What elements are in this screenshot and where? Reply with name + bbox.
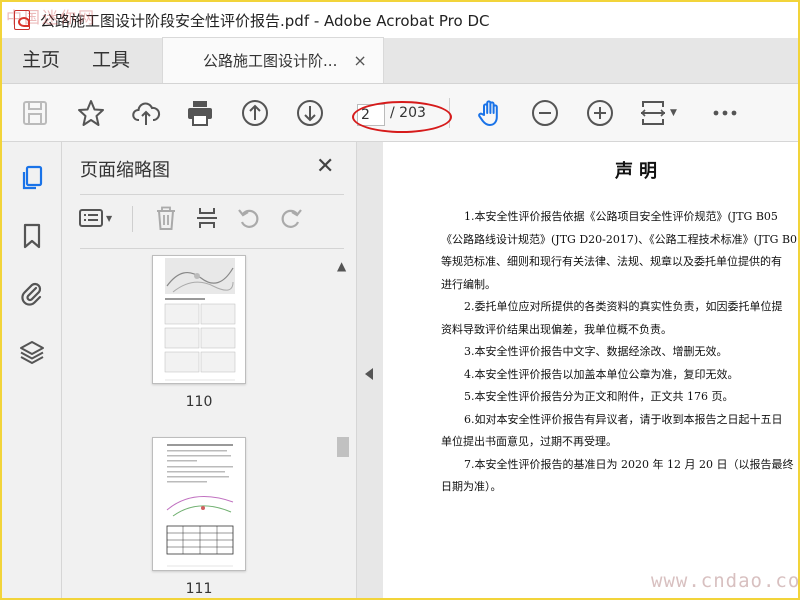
site-watermark: www.cndao.com: [651, 570, 798, 592]
page-thumbnails-icon: [22, 165, 43, 190]
document-paragraph: 1.本安全性评价报告依据《公路项目安全性评价规范》(JTG B05: [464, 210, 778, 223]
save-button[interactable]: [18, 96, 52, 130]
total-pages-label: / 203: [390, 105, 426, 121]
page-thumbnails-button[interactable]: [16, 162, 48, 194]
document-paragraph: 日期为准）。: [441, 480, 502, 493]
tab-tools[interactable]: 工具: [76, 37, 146, 83]
current-page-input[interactable]: 2: [357, 104, 385, 126]
document-paragraph: 单位提出书面意见，过期不再受理。: [441, 435, 617, 448]
fit-page-icon: [640, 101, 666, 125]
document-heading: 声明: [615, 161, 663, 182]
toolbar-divider: [449, 98, 450, 128]
next-page-button[interactable]: [293, 96, 327, 130]
panel-divider: [80, 194, 344, 195]
tab-bar: 主页 工具 公路施工图设计阶... ×: [2, 37, 798, 84]
document-paragraph: 等规范标准、细则和现行有关法律、法规、规章以及委托单位提供的有: [441, 255, 782, 268]
page-thumbnail[interactable]: [152, 437, 246, 571]
thumbnail-page-number: 110: [185, 394, 213, 410]
save-icon: [23, 101, 47, 125]
panel-collapse-strip: [356, 142, 383, 598]
rotate-left-icon: [238, 209, 259, 228]
previous-page-button[interactable]: [238, 96, 272, 130]
document-paragraph: 2.委托单位应对所提供的各类资料的真实性负责，如因委托单位提: [464, 300, 783, 313]
scroll-up-icon[interactable]: ▲: [337, 259, 346, 273]
chevron-down-icon: ▼: [670, 108, 677, 118]
paperclip-icon: [21, 282, 42, 306]
thumbnails-panel-title: 页面缩略图: [80, 160, 170, 181]
page-preview-image: [164, 258, 236, 381]
document-paragraph: 7.本安全性评价报告的基准日为 2020 年 12 月 20 日（以报告最终: [464, 458, 794, 471]
bookmarks-button[interactable]: [16, 220, 48, 252]
options-menu-icon: [79, 209, 103, 227]
thumbnails-scrollbar[interactable]: ▲: [334, 255, 352, 598]
delete-page-button[interactable]: [151, 202, 181, 234]
more-tools-button[interactable]: [708, 96, 742, 130]
window-title: 公路施工图设计阶段安全性评价报告.pdf - Adobe Acrobat Pro…: [40, 11, 490, 30]
arrow-up-circle-icon: [242, 100, 268, 126]
document-paragraph: 6.如对本安全性评价报告有异议者，请于收到本报告之日起十五日: [464, 413, 783, 426]
page-thumbnail[interactable]: [152, 255, 246, 384]
print-button[interactable]: [183, 96, 217, 130]
document-paragraph: 4.本安全性评价报告以加盖本单位公章为准，复印无效。: [464, 368, 739, 381]
title-bar: 公路施工图设计阶段安全性评价报告.pdf - Adobe Acrobat Pro…: [2, 2, 798, 38]
app-window: 公路施工图设计阶段安全性评价报告.pdf - Adobe Acrobat Pro…: [0, 0, 800, 600]
page-fit-dropdown[interactable]: ▼: [638, 96, 686, 130]
trash-icon: [157, 206, 175, 230]
cloud-upload-button[interactable]: [129, 96, 163, 130]
navigation-rail: [2, 142, 62, 598]
document-paragraph: 5.本安全性评价报告分为正文和附件，正文共 176 页。: [464, 390, 734, 403]
document-paragraph: 资料导致评价结果出现偏差，我单位概不负责。: [441, 323, 672, 336]
thumbnail-options-dropdown[interactable]: ▼: [78, 202, 124, 234]
zoom-in-button[interactable]: [583, 96, 617, 130]
document-paragraph: 进行编制。: [441, 278, 496, 291]
thumbnails-panel: 页面缩略图 ✕ ▼ 110 111 ▲: [62, 142, 356, 598]
zoom-out-button[interactable]: [528, 96, 562, 130]
document-paragraph: 3.本安全性评价报告中文字、数据经涂改、增删无效。: [464, 345, 728, 358]
hand-tool-button[interactable]: [473, 96, 507, 130]
cloud-upload-icon: [132, 102, 161, 125]
arrow-down-circle-icon: [297, 100, 323, 126]
more-dots-icon: [713, 110, 737, 116]
layers-button[interactable]: [16, 336, 48, 368]
close-tab-button[interactable]: ×: [353, 51, 366, 70]
bookmark-icon: [23, 223, 41, 249]
main-toolbar: 2 / 203 ▼: [2, 84, 798, 142]
attachments-button[interactable]: [16, 278, 48, 310]
toolbar-divider: [132, 206, 133, 232]
panel-divider: [80, 248, 344, 249]
document-tab-label: 公路施工图设计阶...: [203, 52, 338, 70]
plus-circle-icon: [587, 100, 613, 126]
document-paragraph: 《公路路线设计规范》(JTG D20-2017)、《公路工程技术标准》(JTG …: [441, 233, 798, 246]
close-panel-button[interactable]: ✕: [316, 154, 334, 179]
insert-page-button[interactable]: [192, 202, 222, 234]
document-page: 声明 1.本安全性评价报告依据《公路项目安全性评价规范》(JTG B05 《公路…: [383, 142, 798, 598]
tab-document[interactable]: 公路施工图设计阶... ×: [162, 37, 385, 83]
rotate-right-button[interactable]: [276, 202, 306, 234]
rotate-left-button[interactable]: [234, 202, 264, 234]
bookmark-star-button[interactable]: [74, 96, 108, 130]
rotate-right-icon: [281, 209, 302, 228]
acrobat-app-icon: [14, 10, 30, 30]
printer-icon: [188, 101, 212, 126]
page-preview-image: [166, 444, 234, 567]
chevron-down-icon: ▼: [106, 213, 113, 223]
scrollbar-thumb[interactable]: [337, 437, 349, 457]
tab-home[interactable]: 主页: [2, 37, 76, 83]
star-icon: [78, 100, 104, 126]
hand-icon: [478, 100, 498, 126]
insert-page-icon: [197, 208, 217, 228]
layers-icon: [20, 341, 44, 364]
thumbnail-page-number: 111: [185, 581, 213, 597]
minus-circle-icon: [532, 100, 558, 126]
collapse-panel-arrow-icon[interactable]: [365, 368, 373, 380]
